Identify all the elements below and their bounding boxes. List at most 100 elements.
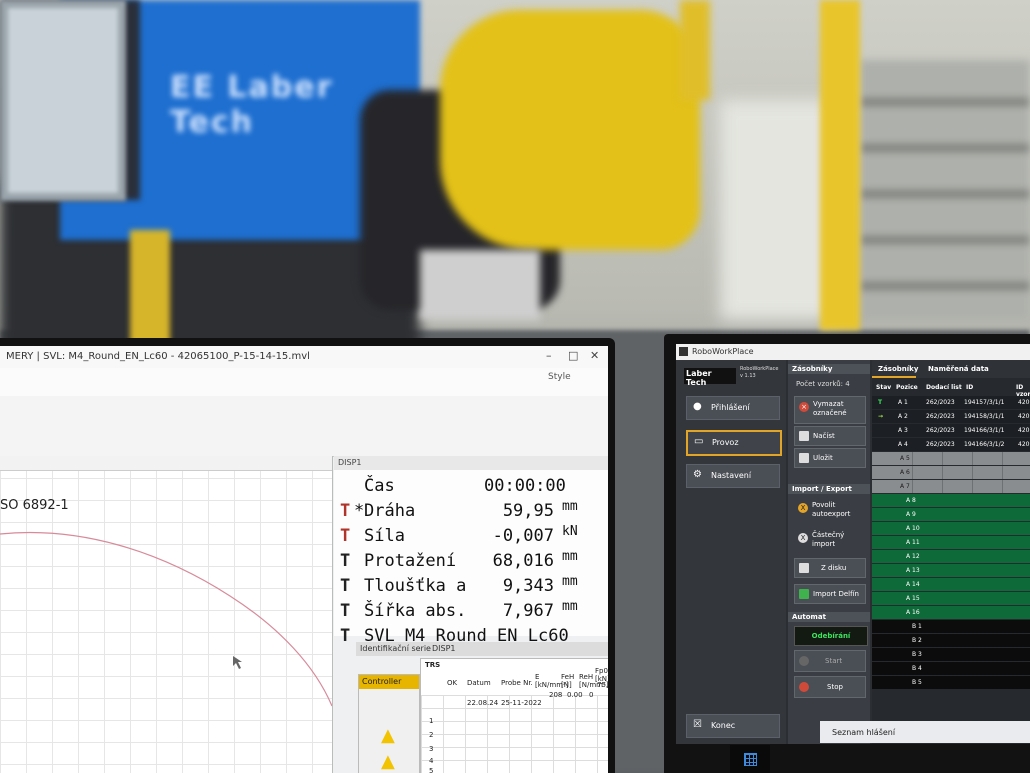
disp-row: T Šířka abs. 7,967 mm <box>334 597 608 622</box>
arrow-up-icon[interactable]: ▲ <box>381 751 395 772</box>
controller-header: Controller <box>359 675 419 689</box>
windows-icon[interactable] <box>744 753 757 766</box>
section-automat: Automat <box>788 612 870 622</box>
table-row[interactable]: A 6 <box>872 466 1030 479</box>
table-row[interactable]: B 4 <box>872 662 1030 675</box>
table-row[interactable]: B 2 <box>872 634 1030 647</box>
disp-label: Šířka abs. <box>364 601 467 621</box>
table-row[interactable]: A 9 <box>872 508 1030 521</box>
disp-flag: T <box>340 576 351 596</box>
arrow-up-icon[interactable]: ▲ <box>381 725 395 746</box>
cell-position: A 5 <box>900 455 910 462</box>
status-icon: → <box>878 413 884 420</box>
row-number: 1 <box>429 717 434 725</box>
col-header: OK <box>447 679 458 687</box>
table-row[interactable]: A 5 <box>872 452 1030 465</box>
cell-position: B 1 <box>912 623 922 630</box>
tab-namerena-data[interactable]: Naměřená data <box>928 365 989 373</box>
user-icon: ● <box>693 401 702 412</box>
load-button[interactable]: Načíst <box>794 426 866 446</box>
table-row[interactable]: A 3 262/2023 194166/3/1/1 4206 <box>872 424 1030 437</box>
brand-logo: Laber Tech <box>684 368 736 387</box>
table-row[interactable]: A 7 <box>872 480 1030 493</box>
disp-label: Čas <box>364 476 395 496</box>
monitor-stand <box>730 745 770 773</box>
disp-unit: mm <box>562 574 578 589</box>
nav-login[interactable]: ● Přihlášení <box>686 396 780 420</box>
disp-marker: * <box>354 501 365 521</box>
clear-marked-button[interactable]: × Vymazat označené <box>794 396 866 424</box>
disp-panel: DISP1 Čas 00:00:00 T * Dráha 59,95 mm T Síla -0,0… <box>334 456 608 646</box>
table-row[interactable]: B 3 <box>872 648 1030 661</box>
yellow-pole-back <box>680 0 710 100</box>
row-number: 2 <box>429 731 434 739</box>
table-row[interactable]: → A 2 262/2023 194158/3/1/1 42065 <box>872 410 1030 423</box>
app-title: RoboWorkPlace <box>692 347 754 356</box>
table-row[interactable]: A 12 <box>872 550 1030 563</box>
nav-konec[interactable]: ☒ Konec <box>686 714 780 738</box>
storage-shelves <box>860 60 1030 320</box>
table-row[interactable]: B 1 <box>872 620 1030 633</box>
table-row[interactable]: A 10 <box>872 522 1030 535</box>
tab-zasobniky[interactable]: Zásobníky <box>878 365 918 373</box>
disp-value: 00:00:00 <box>484 476 566 496</box>
disk-icon <box>799 563 809 573</box>
cell-sample-id: 42065 <box>1018 399 1030 406</box>
cell-position: B 4 <box>912 665 922 672</box>
robot-plate <box>420 250 540 320</box>
cell-position: A 10 <box>906 525 920 532</box>
cell-position: A 11 <box>906 539 920 546</box>
toolbar <box>0 396 608 457</box>
maximize-icon[interactable]: □ <box>568 349 578 362</box>
nav-provoz[interactable]: ▭ Provoz <box>686 430 782 456</box>
tab-disp1[interactable]: DISP1 <box>432 644 456 653</box>
cell-feh: 0.00 <box>567 691 583 699</box>
play-icon <box>799 656 809 666</box>
stop-button[interactable]: Stop <box>794 676 866 698</box>
controller-panel: Controller ▲ ▲ <box>358 674 420 773</box>
cell-reh: 0 <box>589 691 594 699</box>
save-button[interactable]: Uložit <box>794 448 866 468</box>
start-button[interactable]: Start <box>794 650 866 672</box>
minimize-icon[interactable]: – <box>546 349 552 362</box>
graph-panel: SO 6892-1 <box>0 456 333 773</box>
cell-delivery-note: 262/2023 <box>926 441 955 448</box>
stress-curve <box>0 531 332 707</box>
disp-value: 9,343 <box>502 576 554 596</box>
import-delfin-button[interactable]: Import Delfín <box>794 584 866 604</box>
disp-unit: mm <box>562 499 578 514</box>
cell-id: 194157/3/1/1 <box>964 399 1005 406</box>
cell-position: A 13 <box>906 567 920 574</box>
cell-delivery-note: 262/2023 <box>926 427 955 434</box>
tab-identifikacni[interactable]: Identifikační serie <box>360 644 431 653</box>
style-menu[interactable]: Style <box>548 372 571 382</box>
partial-import-toggle[interactable]: X Částečný import <box>794 528 864 552</box>
table-row[interactable]: A 16 <box>872 606 1030 619</box>
disp-label: Protažení <box>364 551 457 571</box>
table-row[interactable]: T A 1 262/2023 194157/3/1/1 42065 <box>872 396 1030 409</box>
cell-position: A 16 <box>906 609 920 616</box>
file-icon <box>799 431 809 441</box>
disp-unit: mm <box>562 549 578 564</box>
disp-flag: T <box>340 551 351 571</box>
close-icon[interactable]: ✕ <box>590 349 599 362</box>
table-row[interactable]: A 14 <box>872 578 1030 591</box>
disp-value: 59,95 <box>502 501 554 521</box>
cell-position: A 1 <box>898 399 908 406</box>
active-tab-underline <box>872 376 916 378</box>
message-list-bar[interactable]: Seznam hlášení <box>820 721 1030 743</box>
window-title: MERY | SVL: M4_Round_EN_Lc60 - 42065100_… <box>6 351 310 362</box>
disp-label: Síla <box>364 526 405 546</box>
save-icon <box>799 453 809 463</box>
from-disk-button[interactable]: Z disku <box>794 558 866 578</box>
autoexport-toggle[interactable]: X Povolit autoexport <box>794 498 864 522</box>
disp-row: Čas 00:00:00 <box>334 472 608 497</box>
table-row[interactable]: B 5 <box>872 676 1030 689</box>
table-row[interactable]: A 11 <box>872 536 1030 549</box>
close-box-icon: ☒ <box>693 719 702 730</box>
table-row[interactable]: A 4 262/2023 194166/3/1/2 4206 <box>872 438 1030 451</box>
table-row[interactable]: A 15 <box>872 592 1030 605</box>
nav-nastaveni[interactable]: ⚙ Nastavení <box>686 464 780 488</box>
table-row[interactable]: A 13 <box>872 564 1030 577</box>
table-row[interactable]: A 8 <box>872 494 1030 507</box>
